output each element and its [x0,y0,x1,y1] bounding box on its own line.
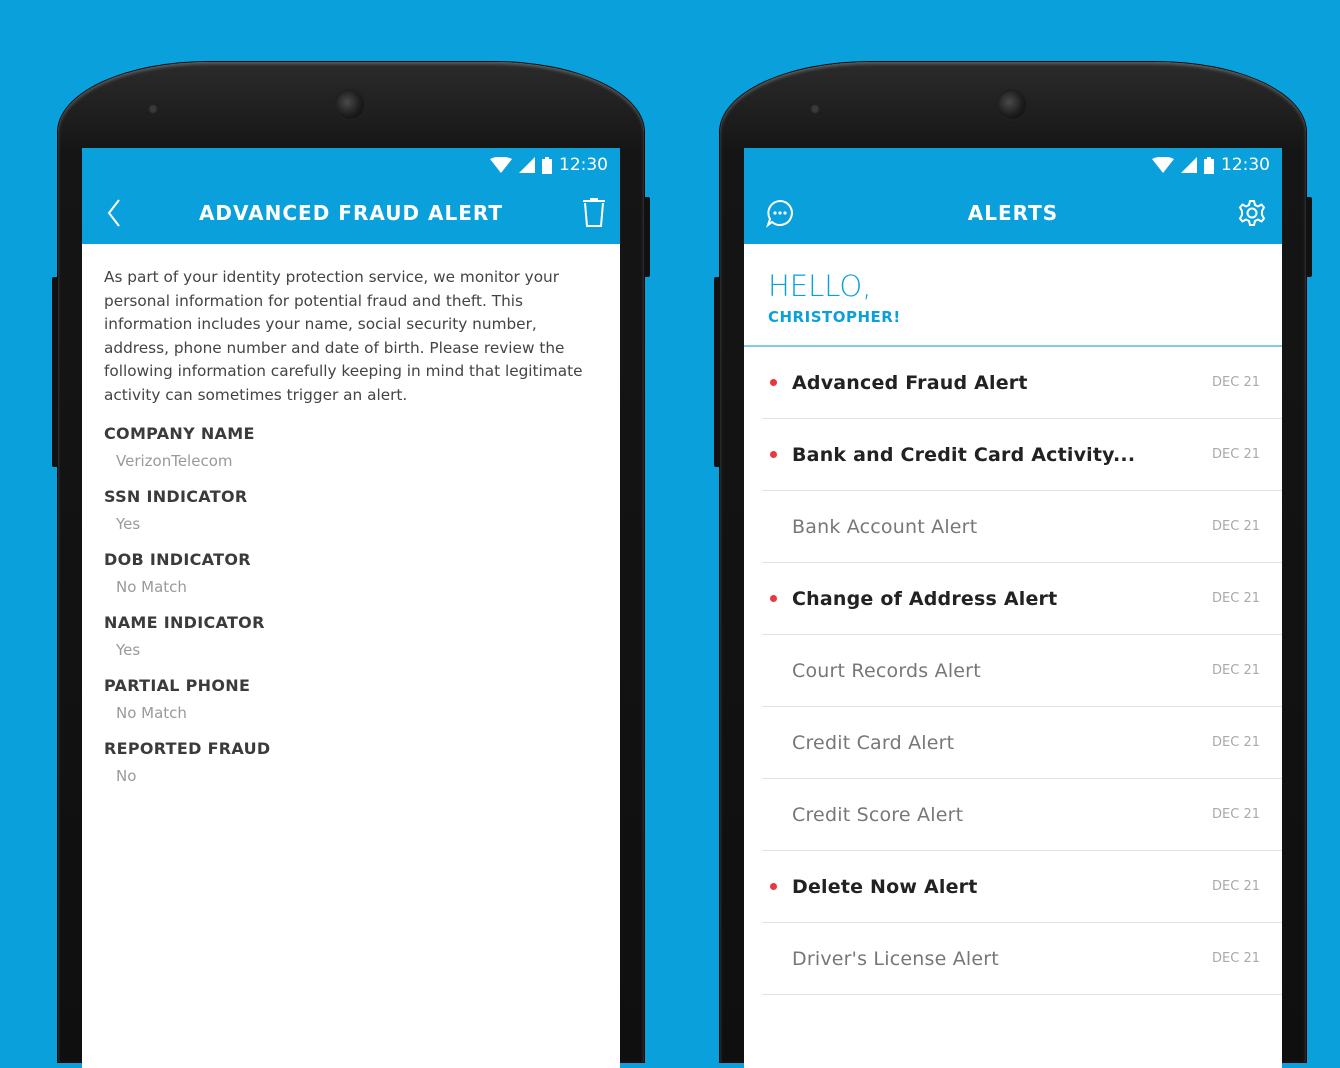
alert-title: Bank and Credit Card Activity... [792,443,1136,466]
alert-date: DEC 21 [1212,879,1260,894]
alert-date: DEC 21 [1212,591,1260,606]
unread-dot-icon [770,595,777,602]
list-item[interactable]: Credit Card Alert DEC 21 [762,707,1282,779]
battery-icon [1204,156,1214,174]
alert-title: Court Records Alert [792,659,981,682]
side-button [644,197,650,277]
wifi-icon [490,157,512,173]
list-item[interactable]: Credit Score Alert DEC 21 [762,779,1282,851]
field-partial-phone: PARTIAL PHONE No Match [82,676,620,722]
alert-title: Driver's License Alert [792,947,999,970]
field-label: DOB INDICATOR [104,550,251,569]
settings-button[interactable] [1224,182,1280,244]
alert-date: DEC 21 [1212,951,1260,966]
list-item[interactable]: Change of Address Alert DEC 21 [762,563,1282,635]
alert-title: Delete Now Alert [792,875,978,898]
side-button [52,277,58,467]
intro-text: As part of your identity protection serv… [104,268,583,404]
list-item[interactable]: Advanced Fraud Alert DEC 21 [762,347,1282,419]
unread-dot-icon [770,883,777,890]
field-reported-fraud: REPORTED FRAUD No [82,739,620,785]
alert-title: Bank Account Alert [792,515,978,538]
alert-title: Change of Address Alert [792,587,1058,610]
list-item[interactable]: Driver's License Alert DEC 21 [762,923,1282,995]
field-value: Yes [116,641,141,659]
back-button[interactable] [86,182,142,244]
delete-button[interactable] [566,182,620,244]
cell-signal-icon [519,157,535,173]
status-time: 12:30 [1221,155,1270,175]
trash-icon [583,198,605,227]
phone-right: 12:30 ALERTS HELLO, CHRISTOPHER! Advance… [714,62,1312,1068]
greeting: HELLO, CHRISTOPHER! [744,244,1282,347]
battery-icon [542,156,552,174]
front-camera [998,91,1026,119]
status-time: 12:30 [559,155,608,175]
page-title: ALERTS [967,201,1059,225]
proximity-sensor [810,104,820,114]
field-value: No Match [116,704,187,722]
alert-date: DEC 21 [1212,735,1260,750]
list-item[interactable]: Bank and Credit Card Activity... DEC 21 [762,419,1282,491]
greeting-name: CHRISTOPHER! [768,308,901,326]
field-company-name: COMPANY NAME VerizonTelecom [82,424,620,470]
field-value: No [116,767,137,785]
field-dob-indicator: DOB INDICATOR No Match [82,550,620,596]
side-button [714,277,720,467]
back-icon [107,199,120,227]
field-ssn-indicator: SSN INDICATOR Yes [82,487,620,533]
chat-icon [766,199,793,228]
alert-list: Advanced Fraud Alert DEC 21 Bank and Cre… [744,347,1282,995]
app-bar: ADVANCED FRAUD ALERT [82,182,620,244]
field-value: No Match [116,578,187,596]
proximity-sensor [148,104,158,114]
field-name-indicator: NAME INDICATOR Yes [82,613,620,659]
alert-title: Credit Score Alert [792,803,964,826]
alert-title: Advanced Fraud Alert [792,371,1028,394]
front-camera [336,91,364,119]
app-bar: ALERTS [744,182,1282,244]
field-label: NAME INDICATOR [104,613,265,632]
field-label: COMPANY NAME [104,424,255,443]
alert-date: DEC 21 [1212,447,1260,462]
alert-date: DEC 21 [1212,375,1260,390]
alerts-screen: 12:30 ALERTS HELLO, CHRISTOPHER! Advance… [744,148,1282,1068]
alert-date: DEC 21 [1212,519,1260,534]
page-title: ADVANCED FRAUD ALERT [198,201,504,225]
alert-date: DEC 21 [1212,807,1260,822]
list-item[interactable]: Bank Account Alert DEC 21 [762,491,1282,563]
phone-left: 12:30 ADVANCED FRAUD ALERT As part of yo… [52,62,650,1068]
alert-date: DEC 21 [1212,663,1260,678]
field-label: PARTIAL PHONE [104,676,251,695]
list-item[interactable]: Delete Now Alert DEC 21 [762,851,1282,923]
wifi-icon [1152,157,1174,173]
unread-dot-icon [770,451,777,458]
alert-title: Credit Card Alert [792,731,955,754]
field-value: VerizonTelecom [116,452,233,470]
alert-detail-screen: 12:30 ADVANCED FRAUD ALERT As part of yo… [82,148,620,1068]
unread-dot-icon [770,379,777,386]
chat-button[interactable] [752,182,808,244]
field-label: SSN INDICATOR [104,487,248,506]
status-bar: 12:30 [82,148,620,182]
cell-signal-icon [1181,157,1197,173]
status-bar: 12:30 [744,148,1282,182]
field-label: REPORTED FRAUD [104,739,271,758]
settings-icon [1238,200,1266,226]
list-item[interactable]: Court Records Alert DEC 21 [762,635,1282,707]
field-value: Yes [116,515,141,533]
greeting-hello: HELLO, [768,269,872,303]
side-button [1306,197,1312,277]
